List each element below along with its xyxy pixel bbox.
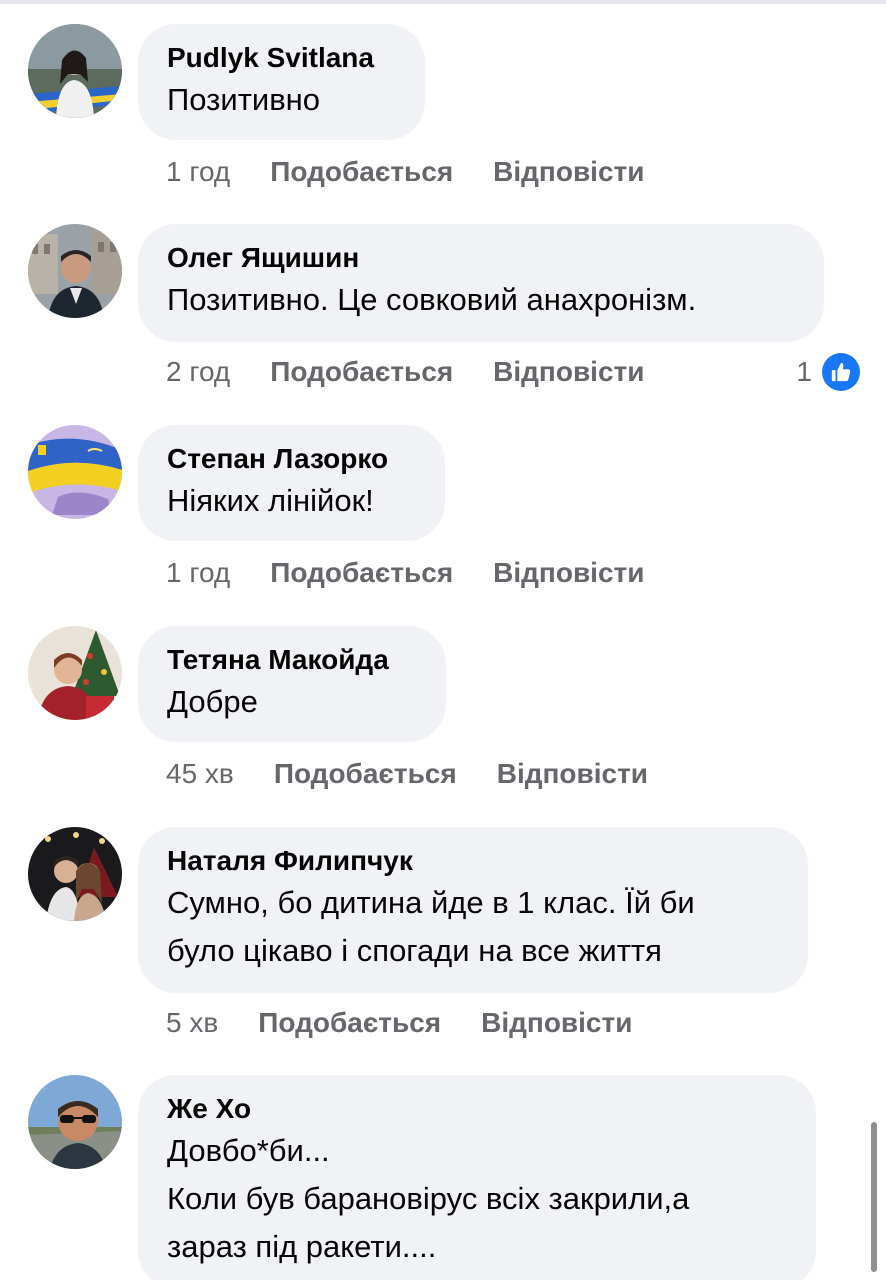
reply-button[interactable]: Відповісти [497, 758, 648, 790]
comment-actions: 2 год Подобається Відповісти [166, 352, 644, 392]
profile-photo-man-sunglasses-icon [28, 1075, 122, 1169]
reply-button[interactable]: Відповісти [493, 156, 644, 188]
like-button[interactable]: Подобається [274, 758, 457, 790]
comment-bubble: Тетяна Макойда Добре [138, 626, 446, 742]
avatar[interactable] [28, 24, 122, 118]
comment-author[interactable]: Же Хо [167, 1091, 786, 1127]
comment-bubble: Олег Ящишин Позитивно. Це совковий анахр… [138, 224, 824, 342]
avatar[interactable] [28, 224, 122, 318]
reply-button[interactable]: Відповісти [493, 356, 644, 388]
comment-bubble: Степан Лазорко Ніяких лінійок! [138, 425, 445, 541]
comment-text: Добре [167, 684, 258, 719]
avatar[interactable] [28, 425, 122, 519]
profile-photo-woman-flag-icon [28, 24, 122, 118]
comment-author[interactable]: Тетяна Макойда [167, 642, 416, 678]
comment-time[interactable]: 1 год [166, 557, 230, 589]
profile-photo-ukraine-flag-map-icon [28, 425, 122, 519]
comment-text: Сумно, бо дитина йде в 1 клас. Їй би бул… [167, 885, 695, 968]
like-button[interactable]: Подобається [270, 156, 453, 188]
like-button[interactable]: Подобається [270, 557, 453, 589]
profile-photo-woman-christmas-tree-icon [28, 626, 122, 720]
scrollbar[interactable] [871, 1122, 877, 1272]
comment-actions: 1 год Подобається Відповісти [166, 152, 644, 192]
comment-actions: 1 год Подобається Відповісти [166, 553, 644, 593]
comment-author[interactable]: Наталя Филипчук [167, 843, 778, 879]
avatar[interactable] [28, 1075, 122, 1169]
comment-time[interactable]: 45 хв [166, 758, 234, 790]
comment-bubble: Pudlyk Svitlana Позитивно [138, 24, 425, 140]
like-button[interactable]: Подобається [258, 1007, 441, 1039]
comment-time[interactable]: 5 хв [166, 1007, 218, 1039]
comment-author[interactable]: Pudlyk Svitlana [167, 40, 395, 76]
comment-time[interactable]: 2 год [166, 356, 230, 388]
comment-author[interactable]: Степан Лазорко [167, 441, 415, 477]
profile-photo-man-city-icon [28, 224, 122, 318]
comment-actions: 45 хв Подобається Відповісти [166, 754, 648, 794]
comment-actions: 5 хв Подобається Відповісти [166, 1003, 632, 1043]
thumbs-up-icon [822, 353, 860, 391]
avatar[interactable] [28, 626, 122, 720]
comments-screen: Pudlyk Svitlana Позитивно 1 год Подобаєт… [0, 0, 886, 1280]
reply-button[interactable]: Відповісти [481, 1007, 632, 1039]
comment-text: Позитивно. Це совковий анахронізм. [167, 282, 697, 317]
comment-text: Довбо*би... Коли був барановірус всіх за… [167, 1133, 690, 1264]
comment-text: Позитивно [167, 82, 321, 117]
reaction-summary[interactable]: 1 [796, 352, 860, 392]
like-button[interactable]: Подобається [270, 356, 453, 388]
top-divider [0, 0, 886, 4]
comment-bubble: Наталя Филипчук Сумно, бо дитина йде в 1… [138, 827, 808, 993]
profile-photo-couple-christmas-icon [28, 827, 122, 921]
reaction-count: 1 [796, 356, 812, 387]
avatar[interactable] [28, 827, 122, 921]
comment-bubble: Же Хо Довбо*би... Коли був барановірус в… [138, 1075, 816, 1280]
comment-time[interactable]: 1 год [166, 156, 230, 188]
comment-text: Ніяких лінійок! [167, 483, 374, 518]
reply-button[interactable]: Відповісти [493, 557, 644, 589]
comment-author[interactable]: Олег Ящишин [167, 240, 794, 276]
